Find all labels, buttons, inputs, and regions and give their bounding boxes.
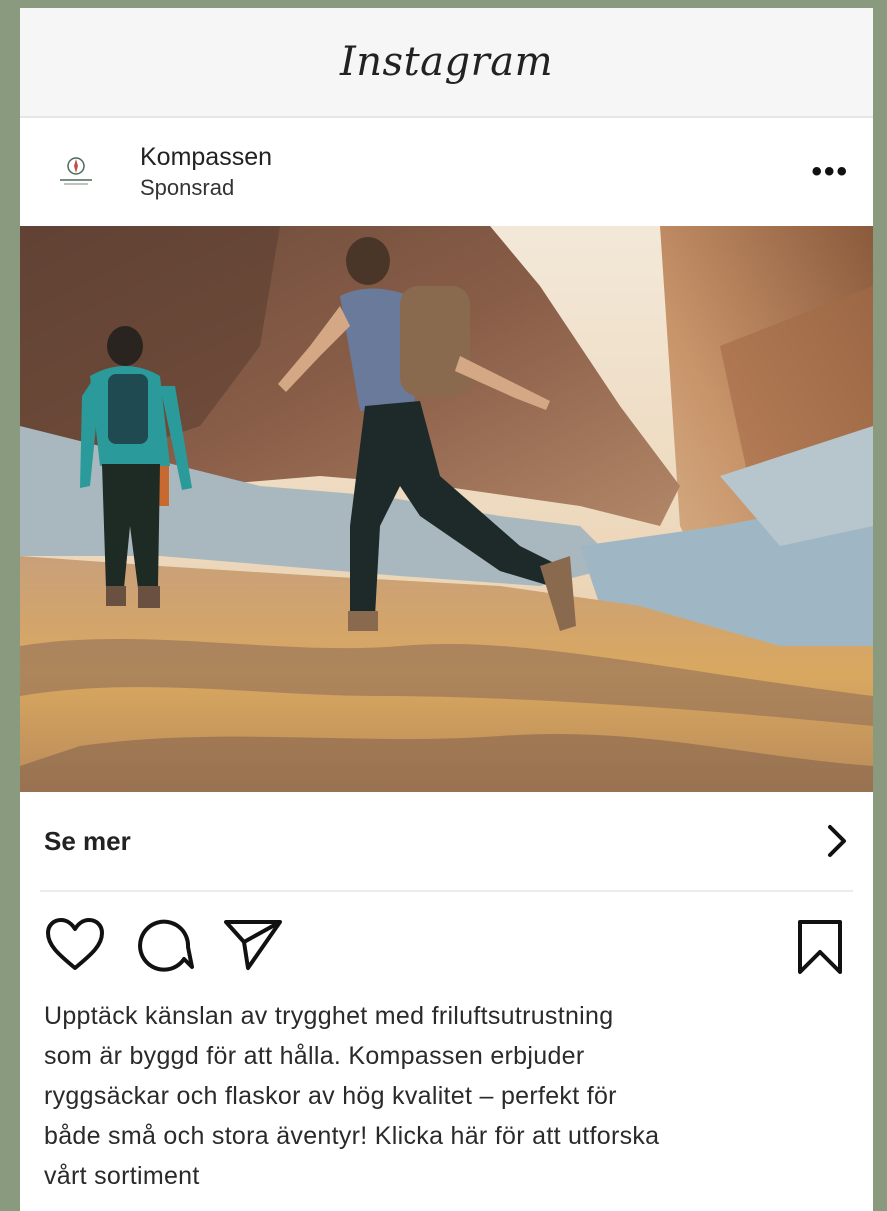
instagram-ad-card: Instagram Kompassen Sponsrad ••• Se mer … bbox=[20, 8, 873, 1211]
post-header: Kompassen Sponsrad ••• bbox=[20, 118, 873, 226]
caption-line: Upptäck känslan av trygghet med frilufts… bbox=[44, 1002, 614, 1030]
send-icon[interactable] bbox=[222, 916, 284, 972]
account-name[interactable]: Kompassen bbox=[140, 141, 811, 173]
caption-line: vårt sortiment bbox=[44, 1162, 200, 1190]
caption-line: ryggsäckar och flaskor av hög kvalitet –… bbox=[44, 1082, 617, 1110]
bookmark-icon[interactable] bbox=[795, 918, 845, 981]
more-options-icon[interactable]: ••• bbox=[811, 155, 849, 189]
caption-line: både små och stora äventyr! Klicka här f… bbox=[44, 1122, 660, 1150]
comment-icon[interactable] bbox=[134, 915, 194, 973]
instagram-logo: Instagram bbox=[339, 39, 553, 85]
see-more-label[interactable]: Se mer bbox=[44, 826, 131, 857]
sponsored-label: Sponsrad bbox=[140, 175, 235, 200]
post-caption: Upptäck känslan av trygghet med frilufts… bbox=[20, 996, 873, 1196]
post-image[interactable] bbox=[20, 226, 873, 792]
compass-logo-icon bbox=[60, 157, 92, 185]
caption-line: som är byggd för att hålla. Kompassen er… bbox=[44, 1042, 585, 1070]
heart-icon[interactable] bbox=[44, 916, 106, 972]
app-header: Instagram bbox=[20, 8, 873, 118]
see-more-cta[interactable]: Se mer bbox=[40, 792, 853, 892]
avatar[interactable] bbox=[48, 144, 104, 200]
chevron-right-icon[interactable] bbox=[825, 822, 849, 860]
post-actions bbox=[20, 892, 873, 996]
